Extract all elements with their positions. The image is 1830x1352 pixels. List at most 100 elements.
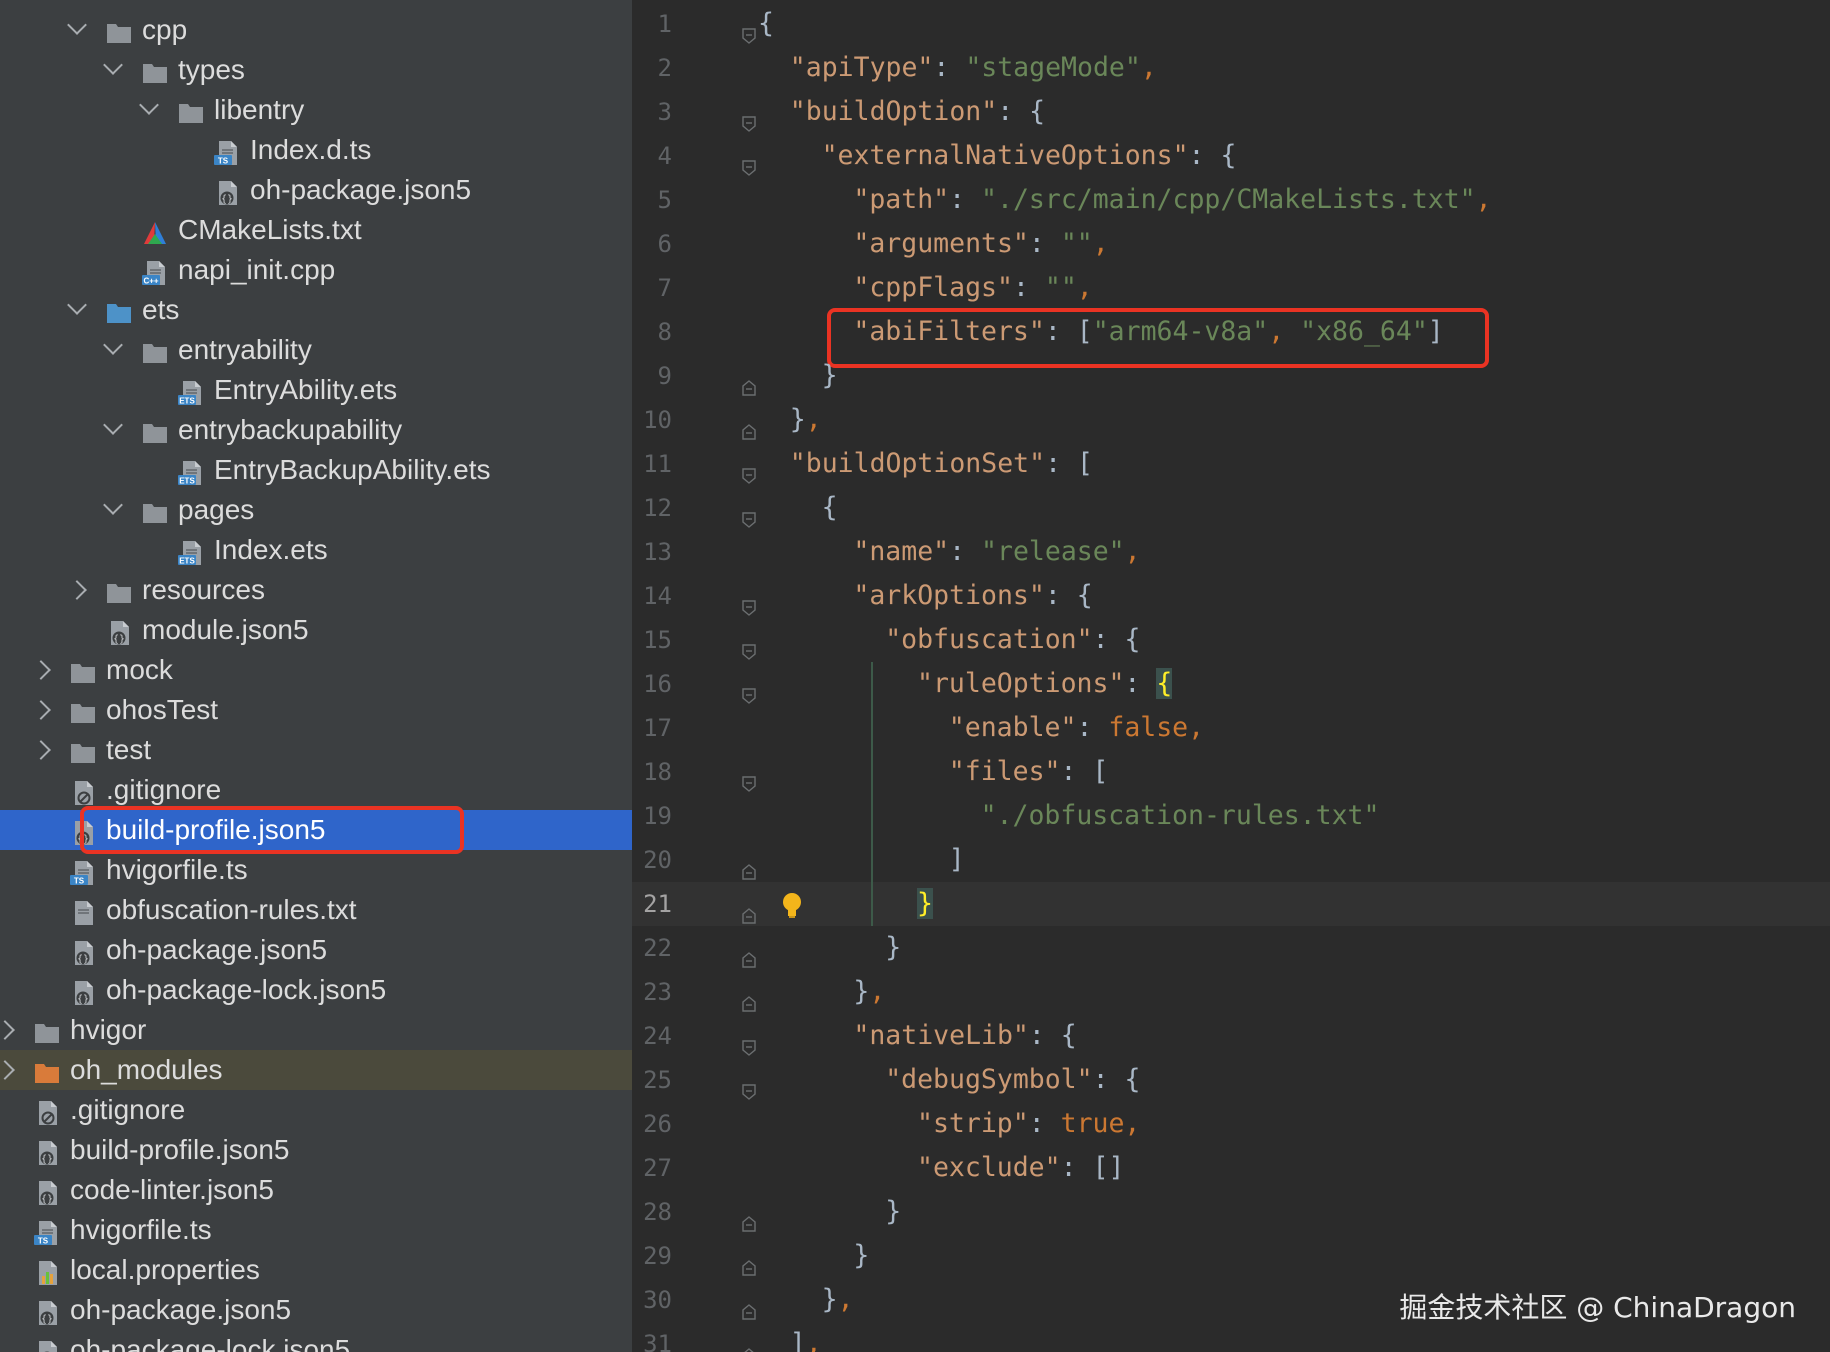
- code-line[interactable]: 24 "nativeLib": {: [632, 1014, 1830, 1058]
- tree-item[interactable]: {} oh-package.json5: [0, 170, 632, 210]
- fold-close-icon[interactable]: [742, 366, 756, 396]
- tree-item[interactable]: {} oh-package-lock.json5: [0, 1330, 632, 1352]
- tree-item[interactable]: ETS Index.ets: [0, 530, 632, 570]
- tree-item[interactable]: {} module.json5: [0, 610, 632, 650]
- code-line[interactable]: 22}: [632, 926, 1830, 970]
- code-line[interactable]: 7 "cppFlags": "",: [632, 266, 1830, 310]
- chevron-right-icon[interactable]: [0, 1060, 15, 1080]
- tree-item[interactable]: {} oh-package.json5: [0, 930, 632, 970]
- tree-item[interactable]: .gitignore: [0, 770, 632, 810]
- fold-open-icon[interactable]: [742, 762, 756, 792]
- code-line[interactable]: 9}: [632, 354, 1830, 398]
- tree-item[interactable]: {} code-linter.json5: [0, 1170, 632, 1210]
- tree-item[interactable]: types: [0, 50, 632, 90]
- code-line[interactable]: 1{: [632, 2, 1830, 46]
- tree-item[interactable]: mock: [0, 650, 632, 690]
- code-line[interactable]: 17 "enable": false,: [632, 706, 1830, 750]
- chevron-down-icon[interactable]: [103, 55, 123, 75]
- fold-close-icon[interactable]: [742, 1246, 756, 1276]
- chevron-down-icon[interactable]: [67, 295, 87, 315]
- fold-close-icon[interactable]: [742, 1334, 756, 1352]
- chevron-right-icon[interactable]: [31, 740, 51, 760]
- code-line[interactable]: 4 "externalNativeOptions": {: [632, 134, 1830, 178]
- fold-close-icon[interactable]: [742, 982, 756, 1012]
- chevron-right-icon[interactable]: [0, 1020, 15, 1040]
- code-line[interactable]: 13 "name": "release",: [632, 530, 1830, 574]
- code-line[interactable]: 19 "./obfuscation-rules.txt": [632, 794, 1830, 838]
- code-line[interactable]: 11 "buildOptionSet": [: [632, 442, 1830, 486]
- fold-open-icon[interactable]: [742, 674, 756, 704]
- fold-open-icon[interactable]: [742, 1026, 756, 1056]
- fold-open-icon[interactable]: [742, 102, 756, 132]
- tree-item[interactable]: ohosTest: [0, 690, 632, 730]
- fold-open-icon[interactable]: [742, 1070, 756, 1100]
- code-line[interactable]: 2 "apiType": "stageMode",: [632, 46, 1830, 90]
- tree-item[interactable]: {} build-profile.json5: [0, 1130, 632, 1170]
- tree-item[interactable]: {} oh-package.json5: [0, 1290, 632, 1330]
- fold-close-icon[interactable]: [742, 938, 756, 968]
- code-line[interactable]: 16 "ruleOptions": {: [632, 662, 1830, 706]
- tree-item[interactable]: oh_modules: [0, 1050, 632, 1090]
- tree-item[interactable]: obfuscation-rules.txt: [0, 890, 632, 930]
- tree-item[interactable]: TS hvigorfile.ts: [0, 1210, 632, 1250]
- tree-item[interactable]: {} oh-package-lock.json5: [0, 970, 632, 1010]
- code-line[interactable]: 3 "buildOption": {: [632, 90, 1830, 134]
- chevron-right-icon[interactable]: [67, 580, 87, 600]
- fold-open-icon[interactable]: [742, 454, 756, 484]
- fold-open-icon[interactable]: [742, 146, 756, 176]
- code-line[interactable]: 5 "path": "./src/main/cpp/CMakeLists.txt"…: [632, 178, 1830, 222]
- tree-item[interactable]: entrybackupability: [0, 410, 632, 450]
- code-line[interactable]: 25 "debugSymbol": {: [632, 1058, 1830, 1102]
- chevron-right-icon[interactable]: [31, 660, 51, 680]
- lightbulb-icon[interactable]: [780, 890, 804, 918]
- code-line[interactable]: 27 "exclude": []: [632, 1146, 1830, 1190]
- code-line[interactable]: 12 {: [632, 486, 1830, 530]
- fold-close-icon[interactable]: [742, 894, 756, 924]
- tree-item[interactable]: TS Index.d.ts: [0, 130, 632, 170]
- tree-item[interactable]: {} build-profile.json5: [0, 810, 632, 850]
- chevron-down-icon[interactable]: [103, 495, 123, 515]
- code-line[interactable]: 21}: [632, 882, 1830, 926]
- tree-item[interactable]: .gitignore: [0, 1090, 632, 1130]
- chevron-right-icon[interactable]: [31, 700, 51, 720]
- tree-item[interactable]: ETS EntryAbility.ets: [0, 370, 632, 410]
- code-line[interactable]: 15 "obfuscation": {: [632, 618, 1830, 662]
- code-line[interactable]: 20]: [632, 838, 1830, 882]
- fold-close-icon[interactable]: [742, 850, 756, 880]
- code-line[interactable]: 14 "arkOptions": {: [632, 574, 1830, 618]
- tree-item[interactable]: TS hvigorfile.ts: [0, 850, 632, 890]
- fold-open-icon[interactable]: [742, 498, 756, 528]
- code-line[interactable]: 23},: [632, 970, 1830, 1014]
- tree-item[interactable]: libentry: [0, 90, 632, 130]
- code-line[interactable]: 8 "abiFilters": ["arm64-v8a", "x86_64"]: [632, 310, 1830, 354]
- chevron-down-icon[interactable]: [67, 15, 87, 35]
- tree-item[interactable]: ETS EntryBackupAbility.ets: [0, 450, 632, 490]
- fold-open-icon[interactable]: [742, 14, 756, 44]
- fold-open-icon[interactable]: [742, 630, 756, 660]
- tree-item[interactable]: entryability: [0, 330, 632, 370]
- fold-open-icon[interactable]: [742, 586, 756, 616]
- tree-item[interactable]: hvigor: [0, 1010, 632, 1050]
- tree-item[interactable]: ets: [0, 290, 632, 330]
- tree-item[interactable]: resources: [0, 570, 632, 610]
- tree-item[interactable]: pages: [0, 490, 632, 530]
- code-line[interactable]: 28}: [632, 1190, 1830, 1234]
- fold-close-icon[interactable]: [742, 410, 756, 440]
- code-line[interactable]: 29}: [632, 1234, 1830, 1278]
- code-line[interactable]: 10},: [632, 398, 1830, 442]
- tree-item[interactable]: test: [0, 730, 632, 770]
- fold-close-icon[interactable]: [742, 1290, 756, 1320]
- tree-item[interactable]: local.properties: [0, 1250, 632, 1290]
- code-line[interactable]: 26 "strip": true,: [632, 1102, 1830, 1146]
- code-line[interactable]: 6 "arguments": "",: [632, 222, 1830, 266]
- tree-item[interactable]: C++ napi_init.cpp: [0, 250, 632, 290]
- fold-close-icon[interactable]: [742, 1202, 756, 1232]
- tree-item[interactable]: CMakeLists.txt: [0, 210, 632, 250]
- code-line[interactable]: 31],: [632, 1322, 1830, 1352]
- chevron-down-icon[interactable]: [139, 95, 159, 115]
- code-line[interactable]: 18 "files": [: [632, 750, 1830, 794]
- chevron-down-icon[interactable]: [103, 415, 123, 435]
- code-editor[interactable]: 1{2 "apiType": "stageMode", 3 "buildOption"…: [632, 0, 1830, 1352]
- chevron-down-icon[interactable]: [103, 335, 123, 355]
- tree-item[interactable]: cpp: [0, 10, 632, 50]
